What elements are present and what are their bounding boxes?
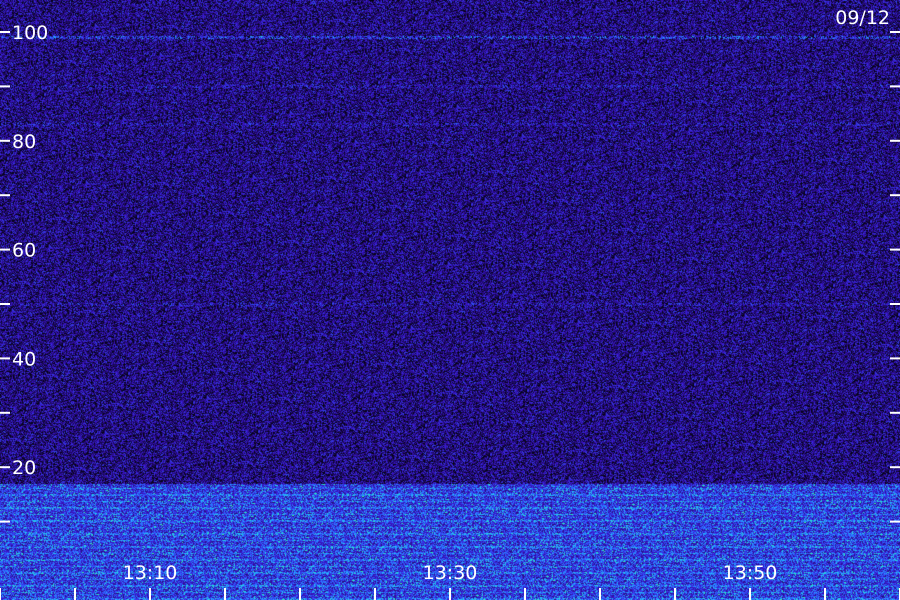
y-tick-label-60: 60 xyxy=(12,240,36,262)
x-tick-label-13:50: 13:50 xyxy=(723,562,778,584)
x-tick-label-13:10: 13:10 xyxy=(123,562,178,584)
y-tick-label-80: 80 xyxy=(12,131,36,153)
date-label: 09/12 xyxy=(835,7,890,29)
spectrogram-axes: 20 40 60 80 100 13:10 13:30 13:50 09/12 xyxy=(0,7,900,600)
spectrogram: 20 40 60 80 100 13:10 13:30 13:50 09/12 xyxy=(0,0,900,600)
y-tick-label-100: 100 xyxy=(12,22,48,44)
y-tick-label-40: 40 xyxy=(12,348,36,370)
x-tick-label-13:30: 13:30 xyxy=(423,562,478,584)
y-tick-label-20: 20 xyxy=(12,457,36,479)
